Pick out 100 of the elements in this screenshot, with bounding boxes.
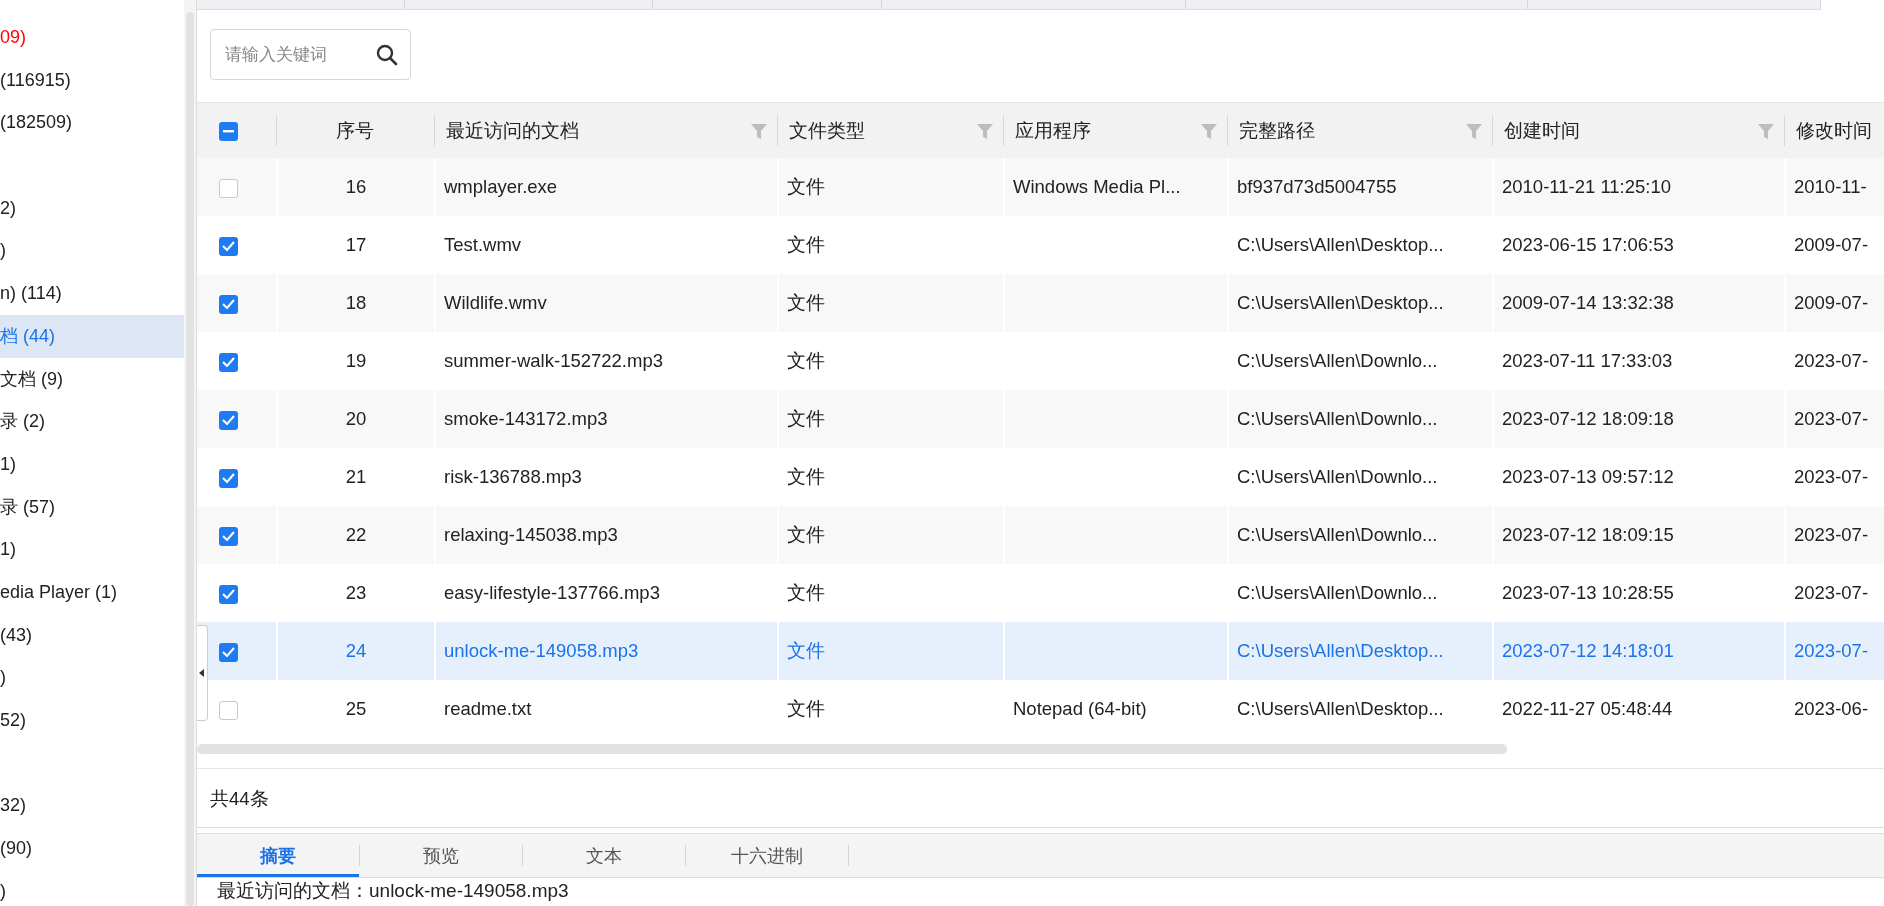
sidebar-item[interactable]: (182509) (0, 101, 184, 145)
table-cell: 2009-07-14 13:32:38 (1502, 292, 1674, 314)
column-header[interactable]: 应用程序 (1015, 119, 1091, 141)
tab[interactable]: 文本 (523, 834, 685, 877)
checkbox[interactable] (219, 178, 238, 198)
checkmark-icon (222, 473, 235, 484)
table-cell: 2023-07- (1794, 524, 1869, 546)
filter-icon[interactable] (1466, 124, 1482, 139)
sidebar-item[interactable]: 1) (0, 528, 184, 571)
table-cell: 2023-07- (1794, 582, 1869, 604)
sidebar-item[interactable]: ) (0, 656, 184, 699)
table-cell: 文件 (787, 466, 825, 488)
sidebar-item[interactable]: 2) (0, 144, 184, 230)
tab[interactable]: 摘要 (197, 834, 359, 877)
checkbox[interactable] (219, 468, 238, 488)
sidebar-item[interactable]: ) (0, 229, 184, 273)
column-header[interactable]: 最近访问的文档 (446, 119, 579, 141)
column-header[interactable]: 文件类型 (789, 119, 865, 141)
sidebar-item[interactable]: 录 (57) (0, 485, 184, 529)
table-cell: 文件 (787, 408, 825, 430)
checkmark-icon (222, 589, 235, 600)
caret-icon (199, 669, 204, 677)
horizontal-scrollbar[interactable] (197, 744, 1507, 754)
table-row[interactable]: 16 wmplayer.exe 文件 Windows Media Pl... bf937d73d5004755 2010-11-21 11:25:10 2010-11- (197, 158, 1884, 216)
table-cell: 文件 (787, 698, 825, 720)
tab[interactable]: 预览 (360, 834, 522, 877)
checkbox[interactable] (219, 294, 238, 314)
table-cell: readme.txt (444, 698, 532, 720)
table-cell: 2009-07- (1794, 292, 1869, 314)
table-cell: 2023-07-12 18:09:18 (1502, 408, 1674, 430)
sidebar-item[interactable]: edia Player (1) (0, 570, 184, 614)
table-cell: 18 (345, 292, 367, 314)
checkmark-icon (222, 241, 235, 252)
table-row[interactable]: 20 smoke-143172.mp3 文件 C:\Users\Allen\Downlo... 2023-07-12 18:09:18 2023-07- (197, 390, 1884, 448)
table-cell: 文件 (787, 292, 825, 314)
sidebar-item[interactable]: 录 (2) (0, 400, 184, 443)
table-cell: 文件 (787, 234, 825, 256)
table-cell: 文件 (787, 350, 825, 372)
filter-icon[interactable] (751, 124, 767, 139)
checkbox[interactable] (219, 584, 238, 604)
table-cell: 21 (345, 466, 367, 488)
search-icon (376, 43, 398, 66)
table-cell: Wildlife.wmv (444, 292, 547, 314)
table-cell: C:\Users\Allen\Downlo... (1237, 350, 1438, 372)
table-cell: 2010-11- (1794, 176, 1867, 198)
table-cell: 2023-07-11 17:33:03 (1502, 350, 1673, 372)
table-cell: 22 (345, 524, 367, 546)
column-header[interactable]: 创建时间 (1504, 119, 1580, 141)
sidebar-item[interactable]: (90) (0, 827, 184, 870)
column-header[interactable]: 完整路径 (1239, 119, 1315, 141)
table-cell: 2023-06-15 17:06:53 (1502, 234, 1674, 256)
table-cell: C:\Users\Allen\Desktop... (1237, 234, 1444, 256)
sidebar-item[interactable]: ) (0, 869, 184, 906)
table-cell: 25 (345, 698, 367, 720)
tab[interactable]: 十六进制 (686, 834, 848, 877)
table-row[interactable]: 24 unlock-me-149058.mp3 文件 C:\Users\Allen\Desktop... 2023-07-12 14:18:01 2023-07- (197, 622, 1884, 680)
table-cell: relaxing-145038.mp3 (444, 524, 618, 546)
table-cell: 2023-07- (1794, 408, 1869, 430)
checkbox[interactable] (219, 410, 238, 430)
sidebar-item[interactable]: (116915) (0, 58, 184, 102)
filter-icon[interactable] (977, 124, 993, 139)
table-row[interactable]: 18 Wildlife.wmv 文件 C:\Users\Allen\Desktop... 2009-07-14 13:32:38 2009-07- (197, 274, 1884, 332)
table-cell: 23 (345, 582, 367, 604)
checkbox[interactable] (219, 236, 238, 256)
sidebar-item[interactable]: 52) (0, 699, 184, 742)
checkbox[interactable] (219, 700, 238, 720)
sidebar-item[interactable]: 文档 (9) (0, 357, 184, 401)
checkbox[interactable] (219, 352, 238, 372)
table-cell: risk-136788.mp3 (444, 466, 582, 488)
table-cell: Windows Media Pl... (1013, 176, 1181, 198)
sidebar-item[interactable]: 档 (44) (0, 314, 184, 358)
table-cell: summer-walk-152722.mp3 (444, 350, 663, 372)
table-cell: 2010-11-21 11:25:10 (1502, 176, 1672, 198)
table-cell: Test.wmv (444, 234, 522, 256)
filter-icon[interactable] (1201, 124, 1217, 139)
table-cell: 2023-07- (1794, 640, 1869, 662)
table-row[interactable]: 22 relaxing-145038.mp3 文件 C:\Users\Allen\Downlo... 2023-07-12 18:09:15 2023-07- (197, 506, 1884, 564)
column-header[interactable]: 序号 (336, 119, 374, 141)
table-cell: bf937d73d5004755 (1237, 176, 1397, 198)
table-cell: 2009-07- (1794, 234, 1869, 256)
collapse-handle[interactable] (197, 625, 208, 721)
table-cell: unlock-me-149058.mp3 (444, 640, 639, 662)
checkmark-icon (222, 357, 235, 368)
table-cell: C:\Users\Allen\Desktop... (1237, 698, 1444, 720)
sidebar-item[interactable]: n) (114) (0, 272, 184, 315)
search-box[interactable]: 请输入关键词 (210, 29, 411, 80)
table-cell: C:\Users\Allen\Downlo... (1237, 582, 1438, 604)
table-cell: easy-lifestyle-137766.mp3 (444, 582, 660, 604)
sidebar-item[interactable]: 32) (0, 741, 184, 828)
checkbox[interactable] (219, 526, 238, 546)
sidebar-item[interactable]: (43) (0, 613, 184, 657)
checkmark-icon (222, 299, 235, 310)
table-row[interactable]: 25 readme.txt 文件 Notepad (64-bit) C:\Users\Allen\Desktop... 2022-11-27 05:48:44 2023-06- (197, 680, 1884, 738)
sidebar-item[interactable]: 09) (0, 16, 184, 59)
filter-icon[interactable] (1758, 124, 1774, 139)
table-cell: smoke-143172.mp3 (444, 408, 608, 430)
checkbox[interactable] (219, 122, 238, 142)
sidebar-item[interactable]: 1) (0, 442, 184, 486)
table-cell: C:\Users\Allen\Downlo... (1237, 524, 1438, 546)
checkbox[interactable] (219, 642, 238, 662)
